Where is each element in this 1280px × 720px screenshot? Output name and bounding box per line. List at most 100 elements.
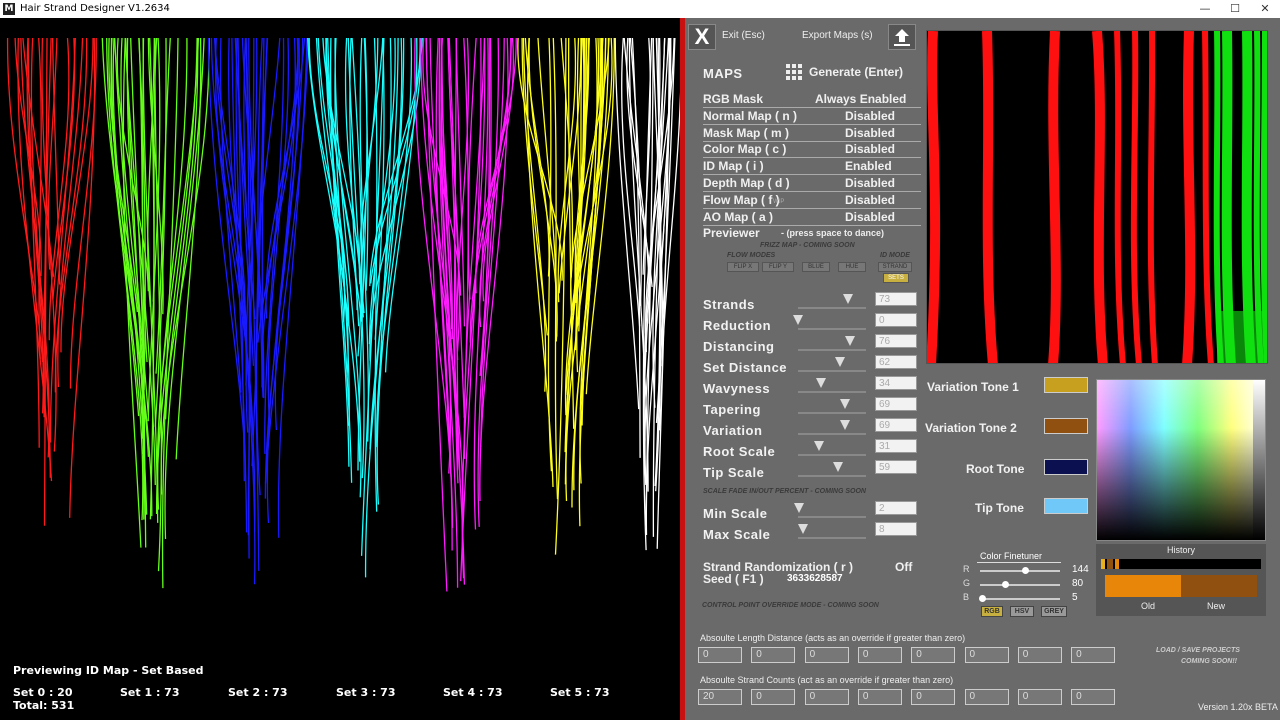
abs-length-input-2[interactable]: 0: [804, 647, 849, 663]
generate-button[interactable]: Generate (Enter): [809, 65, 903, 79]
abs-length-input-3[interactable]: 0: [857, 647, 902, 663]
abs-length-input-5[interactable]: 0: [964, 647, 1009, 663]
abs-count-input-6[interactable]: 0: [1017, 689, 1062, 705]
slider-value-4[interactable]: 34: [875, 376, 917, 390]
map-name-6[interactable]: Flow Map ( f ): [703, 193, 780, 207]
slider-thumb-7[interactable]: [814, 441, 825, 451]
slider-track-8[interactable]: [798, 475, 866, 477]
map-status-3[interactable]: Disabled: [845, 142, 895, 156]
map-status-5[interactable]: Disabled: [845, 176, 895, 190]
abs-length-input-1[interactable]: 0: [751, 647, 796, 663]
abs-count-input-0[interactable]: 20: [698, 689, 742, 705]
abs-length-input-7[interactable]: 0: [1071, 647, 1116, 663]
map-status-6[interactable]: Disabled: [845, 193, 895, 207]
map-name-5[interactable]: Depth Map ( d ): [703, 176, 790, 190]
slider-track-6[interactable]: [798, 433, 866, 435]
seed-label[interactable]: Seed ( F1 ): [703, 572, 764, 586]
map-status-7[interactable]: Disabled: [845, 210, 895, 224]
map-name-1[interactable]: Normal Map ( n ): [703, 109, 797, 123]
upload-icon[interactable]: [888, 24, 916, 50]
close-button[interactable]: X: [688, 24, 716, 50]
hair-preview-viewport[interactable]: Previewing ID Map - Set Based Set 0 : 20…: [0, 18, 680, 720]
slider-thumb-0[interactable]: [842, 294, 853, 304]
abs-count-input-1[interactable]: 0: [751, 689, 796, 705]
map-status-0[interactable]: Always Enabled: [815, 92, 906, 106]
color-picker[interactable]: [1096, 379, 1266, 541]
slider-value-2[interactable]: 76: [875, 334, 917, 348]
map-name-4[interactable]: ID Map ( i ): [703, 159, 764, 173]
abs-count-input-4[interactable]: 0: [911, 689, 956, 705]
slider-thumb-5[interactable]: [839, 399, 850, 409]
map-name-3[interactable]: Color Map ( c ): [703, 142, 786, 156]
history-new-swatch[interactable]: [1181, 575, 1257, 597]
id-mode-strand-button[interactable]: STRAND: [878, 262, 912, 272]
slider-track-3[interactable]: [798, 370, 866, 372]
maximize-icon[interactable]: ☐: [1220, 0, 1250, 18]
rgb-mode-button[interactable]: RGB: [981, 606, 1003, 617]
slider-track-4[interactable]: [798, 391, 866, 393]
slider-thumb-2[interactable]: [844, 336, 855, 346]
scale-slider-thumb-0[interactable]: [794, 503, 805, 513]
slider-track-0[interactable]: [798, 307, 866, 309]
map-status-2[interactable]: Disabled: [845, 126, 895, 140]
scale-slider-value-0[interactable]: 2: [875, 501, 917, 515]
finetuner-value-1[interactable]: 80: [1072, 578, 1083, 589]
slider-track-5[interactable]: [798, 412, 866, 414]
scale-slider-thumb-1[interactable]: [798, 524, 809, 534]
abs-count-input-3[interactable]: 0: [857, 689, 902, 705]
finetuner-track-0[interactable]: [980, 570, 1060, 572]
slider-value-8[interactable]: 59: [875, 460, 917, 474]
tone-swatch-3[interactable]: [1044, 498, 1088, 514]
export-maps-button[interactable]: Export Maps (s): [802, 30, 873, 41]
minimize-icon[interactable]: —: [1190, 0, 1220, 18]
exit-button[interactable]: Exit (Esc): [722, 30, 765, 41]
tone-swatch-1[interactable]: [1044, 418, 1088, 434]
abs-count-input-2[interactable]: 0: [804, 689, 849, 705]
finetuner-knob-2[interactable]: [978, 595, 986, 602]
slider-thumb-1[interactable]: [793, 315, 803, 325]
close-icon[interactable]: ✕: [1250, 0, 1280, 18]
history-strip[interactable]: [1101, 559, 1261, 569]
map-name-2[interactable]: Mask Map ( m ): [703, 126, 789, 140]
abs-length-input-6[interactable]: 0: [1017, 647, 1062, 663]
finetuner-track-2[interactable]: [980, 598, 1060, 600]
grey-mode-button[interactable]: GREY: [1041, 606, 1067, 617]
slider-thumb-6[interactable]: [839, 420, 850, 430]
strand-randomization-value[interactable]: Off: [895, 560, 912, 574]
tone-swatch-0[interactable]: [1044, 377, 1088, 393]
abs-count-input-5[interactable]: 0: [964, 689, 1009, 705]
map-status-4[interactable]: Enabled: [845, 159, 892, 173]
finetuner-knob-1[interactable]: [1002, 581, 1010, 588]
map-name-7[interactable]: AO Map ( a ): [703, 210, 773, 224]
slider-value-3[interactable]: 62: [875, 355, 917, 369]
map-status-1[interactable]: Disabled: [845, 109, 895, 123]
slider-thumb-4[interactable]: [816, 378, 827, 388]
finetuner-value-2[interactable]: 5: [1072, 592, 1078, 603]
scale-slider-track-1[interactable]: [798, 537, 866, 539]
slider-value-7[interactable]: 31: [875, 439, 917, 453]
scale-slider-track-0[interactable]: [798, 516, 866, 518]
slider-track-7[interactable]: [798, 454, 866, 456]
flow-hue-button[interactable]: HUE: [838, 262, 866, 272]
slider-value-5[interactable]: 69: [875, 397, 917, 411]
slider-value-0[interactable]: 73: [875, 292, 917, 306]
grid-icon[interactable]: [786, 64, 802, 80]
flow-flip-y-button[interactable]: FLIP Y: [762, 262, 794, 272]
slider-thumb-8[interactable]: [833, 462, 844, 472]
finetuner-track-1[interactable]: [980, 584, 1060, 586]
slider-thumb-3[interactable]: [835, 357, 846, 367]
map-name-0[interactable]: RGB Mask: [703, 92, 763, 106]
slider-track-1[interactable]: [798, 328, 866, 330]
abs-count-input-7[interactable]: 0: [1071, 689, 1116, 705]
hsv-mode-button[interactable]: HSV: [1010, 606, 1034, 617]
slider-track-2[interactable]: [798, 349, 866, 351]
flow-flip-x-button[interactable]: FLIP X: [727, 262, 759, 272]
finetuner-knob-0[interactable]: [1022, 567, 1030, 574]
abs-length-input-0[interactable]: 0: [698, 647, 742, 663]
slider-value-1[interactable]: 0: [875, 313, 917, 327]
slider-value-6[interactable]: 69: [875, 418, 917, 432]
previewer-label[interactable]: Previewer: [703, 226, 760, 240]
flow-blue-button[interactable]: BLUE: [802, 262, 830, 272]
tone-swatch-2[interactable]: [1044, 459, 1088, 475]
abs-length-input-4[interactable]: 0: [911, 647, 956, 663]
